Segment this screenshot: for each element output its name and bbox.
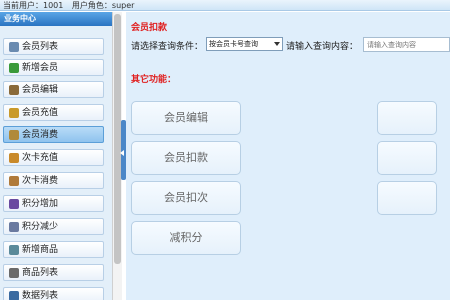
member-deduct-times-button[interactable]: 会员扣次 bbox=[131, 181, 241, 215]
reduce-points-button[interactable]: 减积分 bbox=[131, 221, 241, 255]
scrollbar-thumb[interactable] bbox=[114, 14, 121, 264]
points-reduce-icon bbox=[9, 222, 19, 232]
top-status-bar: 当前用户：1001 用户角色：super bbox=[0, 0, 450, 11]
card-consume-icon bbox=[9, 176, 19, 186]
sidebar-title: 业务中心 bbox=[0, 12, 112, 26]
sidebar-item-card-consume[interactable]: 次卡消费 bbox=[3, 172, 104, 189]
sidebar-item-card-recharge[interactable]: 次卡充值 bbox=[3, 149, 104, 166]
add-member-icon bbox=[9, 63, 19, 73]
sidebar-item-edit-member[interactable]: 会员编辑 bbox=[3, 81, 104, 98]
recharge-icon bbox=[9, 108, 19, 118]
collapse-arrow-icon bbox=[120, 150, 124, 156]
sidebar-item-label: 会员编辑 bbox=[22, 85, 59, 95]
sidebar: 业务中心 会员列表 新增会员 会员编辑 会员充值 会员消费 次卡充值 次卡消费 … bbox=[0, 12, 112, 300]
sidebar-item-product-list[interactable]: 商品列表 bbox=[3, 264, 104, 281]
sidebar-item-label: 新增会员 bbox=[22, 63, 59, 73]
add-product-icon bbox=[9, 245, 19, 255]
sidebar-item-label: 积分增加 bbox=[22, 199, 59, 209]
function-button-partial-3[interactable] bbox=[377, 181, 437, 215]
user-role-text: 用户角色：super bbox=[71, 1, 135, 10]
sidebar-item-add-member[interactable]: 新增会员 bbox=[3, 59, 104, 76]
member-list-icon bbox=[9, 42, 19, 52]
query-condition-label: 请选择查询条件： bbox=[131, 42, 204, 52]
sidebar-item-label: 数据列表 bbox=[22, 291, 59, 300]
sidebar-item-label: 次卡消费 bbox=[22, 176, 59, 186]
query-select-value: 按会员卡号查询 bbox=[209, 40, 258, 48]
sidebar-item-label: 次卡充值 bbox=[22, 153, 59, 163]
chevron-down-icon bbox=[274, 42, 280, 46]
edit-member-icon bbox=[9, 85, 19, 95]
sidebar-item-points-reduce[interactable]: 积分减少 bbox=[3, 218, 104, 235]
member-deduct-button[interactable]: 会员扣款 bbox=[131, 141, 241, 175]
sidebar-item-label: 新增商品 bbox=[22, 245, 59, 255]
section-title: 会员扣款 bbox=[131, 23, 168, 33]
card-recharge-icon bbox=[9, 153, 19, 163]
sidebar-item-add-product[interactable]: 新增商品 bbox=[3, 241, 104, 258]
sidebar-item-label: 会员列表 bbox=[22, 42, 59, 52]
product-list-icon bbox=[9, 268, 19, 278]
sidebar-item-data-list[interactable]: 数据列表 bbox=[3, 287, 104, 300]
sidebar-item-label: 积分减少 bbox=[22, 222, 59, 232]
data-list-icon bbox=[9, 291, 19, 300]
function-button-partial-2[interactable] bbox=[377, 141, 437, 175]
member-edit-button[interactable]: 会员编辑 bbox=[131, 101, 241, 135]
current-user-text: 当前用户：1001 bbox=[3, 1, 64, 10]
sidebar-item-label: 会员充值 bbox=[22, 108, 59, 118]
sidebar-item-consume[interactable]: 会员消费 bbox=[3, 126, 104, 143]
main-content: 会员扣款 请选择查询条件： 按会员卡号查询 请输入查询内容： 其它功能： 会员编… bbox=[126, 12, 450, 300]
sidebar-item-recharge[interactable]: 会员充值 bbox=[3, 104, 104, 121]
function-button-partial-1[interactable] bbox=[377, 101, 437, 135]
sidebar-item-label: 会员消费 bbox=[22, 130, 59, 140]
other-functions-title: 其它功能： bbox=[131, 75, 177, 85]
points-add-icon bbox=[9, 199, 19, 209]
query-condition-select[interactable]: 按会员卡号查询 bbox=[206, 37, 283, 51]
query-input-label: 请输入查询内容： bbox=[286, 42, 359, 52]
sidebar-item-member-list[interactable]: 会员列表 bbox=[3, 38, 104, 55]
query-input[interactable] bbox=[363, 37, 450, 52]
sidebar-item-label: 商品列表 bbox=[22, 268, 59, 278]
sidebar-item-points-add[interactable]: 积分增加 bbox=[3, 195, 104, 212]
consume-icon bbox=[9, 130, 19, 140]
